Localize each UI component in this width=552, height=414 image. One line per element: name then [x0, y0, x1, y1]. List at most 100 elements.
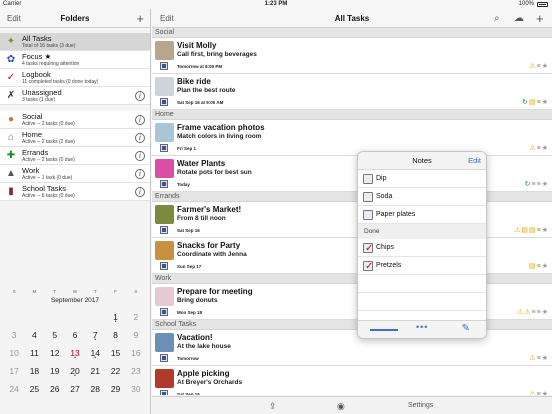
info-icon[interactable]: i	[135, 151, 145, 161]
info-icon[interactable]: i	[135, 187, 145, 197]
folder-row[interactable]: ⌂ Home Active -- 2 tasks (2 due) i	[0, 129, 150, 147]
info-icon[interactable]: i	[135, 115, 145, 125]
note-icon[interactable]: ▤	[529, 227, 537, 234]
info-icon[interactable]: i	[135, 133, 145, 143]
note-item[interactable]: Soda	[358, 188, 486, 206]
note-item-done[interactable]: Pretzels	[358, 257, 486, 276]
task-checkbox[interactable]	[160, 354, 168, 362]
task-row[interactable]: Vacation! At the lake house Tomorrow ⚠≡★	[152, 330, 552, 366]
calendar-day[interactable]: 26	[45, 384, 65, 394]
calendar-day[interactable]: 16	[126, 348, 146, 358]
calendar-day[interactable]: 15	[105, 348, 125, 358]
task-row[interactable]: Snacks for Party Coordinate with Jenna Sun…	[152, 238, 552, 274]
calendar-day[interactable]: 21	[85, 366, 105, 376]
star-icon[interactable]: ★	[542, 391, 549, 395]
star-icon[interactable]: ★	[542, 355, 549, 362]
eye-icon[interactable]: ◉	[337, 397, 345, 414]
calendar-day[interactable]: 6	[65, 330, 85, 340]
calendar-day[interactable]: 11	[24, 348, 44, 358]
share-icon[interactable]: ⇪	[269, 397, 277, 414]
info-icon[interactable]: i	[135, 169, 145, 179]
star-icon[interactable]: ★	[542, 63, 549, 70]
sync-icon[interactable]: ☁	[514, 9, 524, 28]
notes-slider[interactable]	[370, 329, 398, 331]
warning-icon[interactable]: ⚠	[529, 145, 536, 152]
calendar-day[interactable]: 5	[45, 330, 65, 340]
warning-icon[interactable]: ⚠	[524, 309, 531, 316]
calendar-day[interactable]: 25	[24, 384, 44, 394]
note-empty-row[interactable]	[358, 275, 486, 293]
repeat-icon[interactable]: ↻	[525, 181, 532, 188]
folder-row[interactable]: ✚ Errands Active -- 2 tasks (0 due) i	[0, 147, 150, 165]
task-row[interactable]: Bike ride Plan the best route Sat Sep 16 a…	[152, 74, 552, 110]
folder-row[interactable]: ✿ Focus ★ 4 tasks requiring attention	[0, 51, 150, 69]
note-checkbox[interactable]	[363, 192, 373, 202]
calendar-day[interactable]: 14	[85, 348, 106, 361]
folder-row[interactable]: ▲ Work Active -- 1 task (0 due) i	[0, 165, 150, 183]
star-icon[interactable]: ★	[542, 181, 549, 188]
calendar-day[interactable]: 13	[65, 348, 86, 361]
star-icon[interactable]: ★	[542, 309, 549, 316]
note-checkbox[interactable]	[363, 174, 373, 184]
calendar-day[interactable]: 20	[65, 366, 86, 379]
calendar-day[interactable]: 18	[24, 366, 44, 376]
note-item[interactable]: Dip	[358, 170, 486, 188]
star-icon[interactable]: ★	[542, 145, 549, 152]
task-row[interactable]: Visit Molly Call first, bring beverages To…	[152, 38, 552, 74]
search-icon[interactable]: ⌕	[494, 9, 500, 28]
calendar-day[interactable]: 29	[105, 384, 125, 394]
calendar-day[interactable]: 10	[4, 348, 24, 358]
note-checkbox-checked[interactable]	[363, 240, 373, 258]
task-checkbox[interactable]	[160, 98, 168, 106]
task-row[interactable]: Water Plants Rotate pots for best sun Toda…	[152, 156, 552, 192]
task-row[interactable]: Farmer's Market! From 8 till noon Sat Sep …	[152, 202, 552, 238]
calendar-day[interactable]: 28	[85, 384, 105, 394]
calendar-day[interactable]: 9	[126, 330, 146, 340]
calendar-day[interactable]: 12	[45, 348, 65, 358]
folder-row[interactable]: ✗ Unassigned 3 tasks (1 due) i	[0, 87, 150, 105]
calendar-day[interactable]: 3	[4, 330, 24, 340]
task-row[interactable]: Prepare for meeting Bring donuts Mon Sep 1…	[152, 284, 552, 320]
info-icon[interactable]: i	[135, 91, 145, 101]
calendar-day[interactable]: 4	[24, 330, 44, 340]
calendar-day[interactable]: 27	[65, 384, 85, 394]
notes-edit-button[interactable]: Edit	[468, 152, 481, 170]
calendar-day[interactable]: 24	[4, 384, 24, 394]
task-checkbox[interactable]	[160, 308, 168, 316]
note-empty-row[interactable]	[358, 293, 486, 311]
task-checkbox[interactable]	[160, 390, 168, 395]
calendar-day[interactable]: 23	[126, 366, 146, 376]
star-icon[interactable]: ★	[542, 263, 549, 270]
calendar-day[interactable]: 1	[105, 312, 126, 325]
more-icon[interactable]: •••	[416, 322, 428, 332]
calendar-day[interactable]: 30	[126, 384, 146, 394]
folder-row[interactable]: ✦ All Tasks Total of 16 tasks (3 due)	[0, 33, 150, 51]
folder-row[interactable]: ▮ School Tasks Active -- 6 tasks (0 due) i	[0, 183, 150, 201]
repeat-icon[interactable]: ↻	[522, 99, 529, 106]
add-task-icon[interactable]: +	[536, 9, 544, 28]
star-icon[interactable]: ★	[542, 227, 549, 234]
task-checkbox[interactable]	[160, 144, 168, 152]
calendar-day[interactable]: 17	[4, 366, 24, 376]
task-checkbox[interactable]	[160, 180, 168, 188]
note-icon[interactable]: ▤	[521, 227, 529, 234]
note-icon[interactable]: ▤	[529, 99, 537, 106]
warning-icon[interactable]: ⚠	[529, 391, 536, 395]
folder-row[interactable]: ● Social Active -- 2 tasks (0 due) i	[0, 111, 150, 129]
note-checkbox-checked[interactable]	[363, 258, 373, 276]
calendar-day[interactable]: 8	[105, 330, 125, 340]
folder-row[interactable]: ✓ Logbook 11 completed tasks (0 done today…	[0, 69, 150, 87]
task-checkbox[interactable]	[160, 226, 168, 234]
plus-icon[interactable]: +	[136, 9, 144, 28]
task-checkbox[interactable]	[160, 62, 168, 70]
compose-icon[interactable]: ✎	[462, 323, 470, 334]
warning-icon[interactable]: ⚠	[529, 355, 536, 362]
calendar-day[interactable]: 7	[85, 330, 106, 343]
note-item[interactable]: Paper plates	[358, 206, 486, 224]
note-checkbox[interactable]	[363, 210, 373, 220]
task-row[interactable]: Apple picking At Breyer's Orchards Sat Sep…	[152, 366, 552, 395]
settings-button[interactable]: Settings	[408, 397, 433, 414]
warning-icon[interactable]: ⚠	[529, 63, 536, 70]
task-row[interactable]: Frame vacation photos Match colors in liv…	[152, 120, 552, 156]
calendar-day[interactable]: 22	[105, 366, 125, 376]
